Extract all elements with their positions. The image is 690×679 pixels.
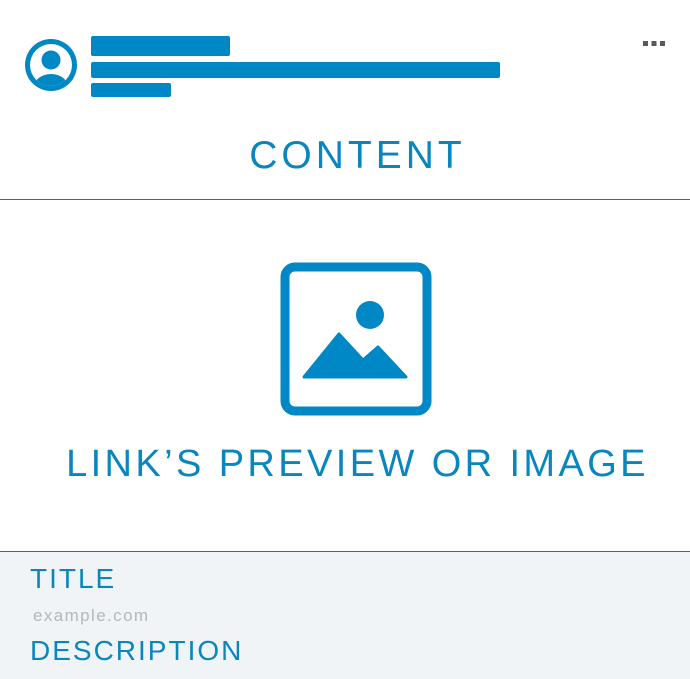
content-divider: [0, 199, 690, 200]
image-placeholder-icon[interactable]: [280, 262, 432, 416]
user-avatar-icon[interactable]: [22, 36, 80, 94]
link-title[interactable]: TITLE: [30, 563, 116, 595]
post-card: CONTENT LINK’S PREVIEW OR IMAGE TITLE ex…: [0, 0, 690, 679]
author-name-placeholder[interactable]: [91, 36, 230, 56]
post-time-placeholder: [91, 83, 171, 97]
author-meta-placeholder: [91, 62, 500, 78]
link-preview-label: LINK’S PREVIEW OR IMAGE: [66, 443, 649, 485]
link-domain: example.com: [33, 606, 150, 625]
link-description: DESCRIPTION: [30, 635, 244, 666]
post-content-text: CONTENT: [249, 134, 466, 177]
more-horizontal-icon[interactable]: [638, 34, 674, 54]
